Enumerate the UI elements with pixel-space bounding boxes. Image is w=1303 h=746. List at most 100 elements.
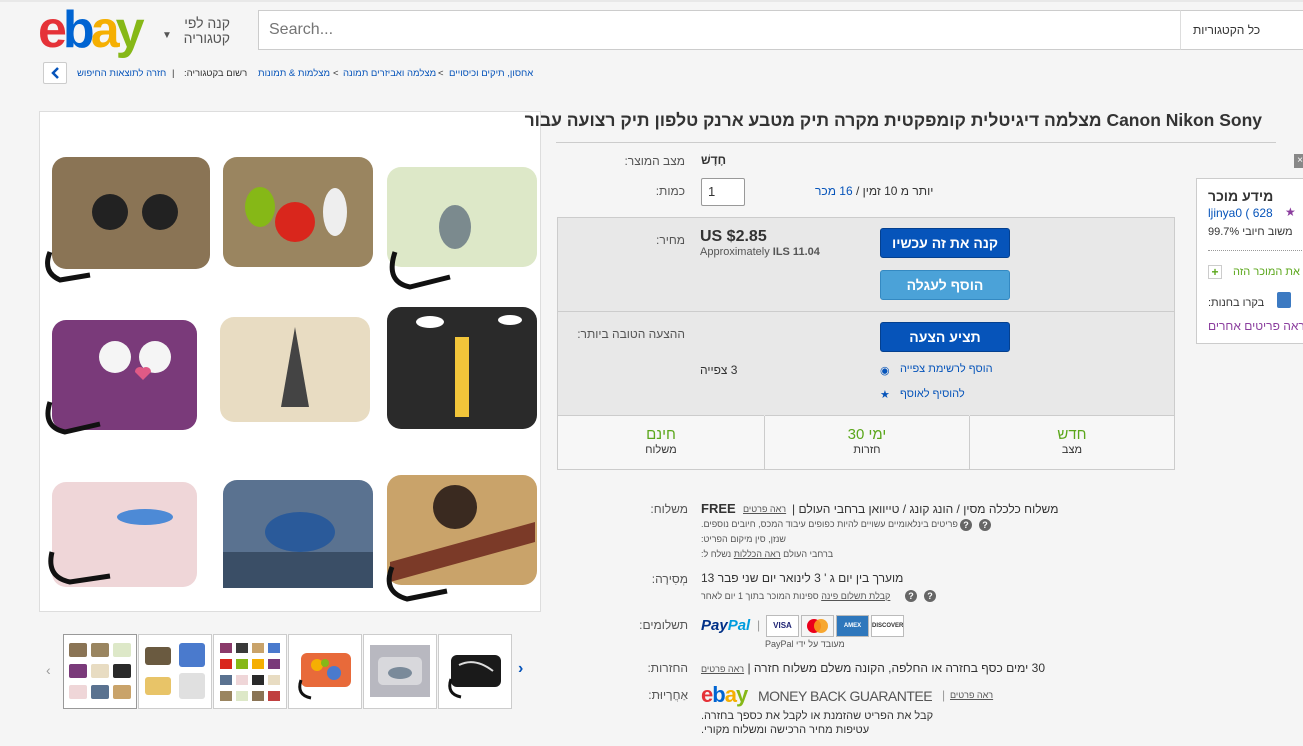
shipping-value: FREE: [701, 501, 736, 516]
thumbnail-case: [370, 645, 430, 697]
plus-icon[interactable]: +: [1208, 265, 1222, 279]
thumbnail-image[interactable]: [63, 634, 137, 709]
returns-details-link[interactable]: ראה פרטים: [701, 664, 744, 674]
top-header: ebay קנה לפי קטגוריה ▼ כל הקטגוריות: [0, 0, 1303, 58]
quantity-label: כמות:: [655, 184, 685, 198]
category-select[interactable]: כל הקטגוריות: [1180, 10, 1303, 50]
payment-receipt-link[interactable]: קבלת תשלום פינה: [821, 591, 890, 601]
search-input[interactable]: [269, 11, 1180, 49]
feature-condition-label: מצב: [1061, 444, 1083, 456]
ships-to-value: ברחבי העולם: [783, 549, 834, 559]
guarantee-details-text: ראה פרטים: [950, 690, 994, 700]
returns-label: החזרות:: [647, 661, 688, 675]
processed-by-paypal: מעובד על ידי PayPal: [765, 639, 845, 649]
add-to-collection-link[interactable]: להוסיף לאוסף: [900, 388, 965, 400]
ships-to-exclusions-link[interactable]: ראה הכללות: [734, 549, 781, 559]
returns-policy: 30 ימים כסף בחזרה או החלפה, הקונה משלם מ…: [701, 661, 1045, 675]
breadcrumb-item[interactable]: מצלמה ואביזרים תמונה: [343, 68, 436, 79]
feature-returns: ימי 30 חזרות: [765, 415, 969, 469]
guarantee-details-link[interactable]: ראה פרטים: [950, 690, 993, 700]
chevron-left-icon: [51, 67, 59, 79]
breadcrumb-item[interactable]: אחסון, תיקים וכיסויים: [449, 68, 533, 79]
thumbnail-case: [298, 653, 351, 700]
discover-card-icon: DISCOVER: [871, 615, 904, 637]
listing-title: Canon Nikon Sony מצלמה דיגיטלית קומפקטית…: [524, 110, 1262, 130]
ships-to: ברחבי העולם ראה הכללות נשלח ל:: [701, 549, 833, 559]
item-location: שנזן, סין מיקום הפריט:: [701, 534, 786, 544]
thumbnail-image[interactable]: [438, 634, 512, 709]
approx-value: ILS 11.04: [772, 246, 820, 258]
seller-info-title: מידע מוכר: [1208, 188, 1274, 204]
thumbnail-image[interactable]: [363, 634, 437, 709]
seller-positive-feedback: 99.7% משוב חיובי: [1208, 226, 1293, 238]
handling-time-text: ספינות המוכר בתוך 1 יום לאחר: [701, 591, 819, 601]
availability-text: יותר מ 10 זמין / 16 מכר: [815, 184, 933, 198]
help-icon[interactable]: ?: [905, 590, 917, 602]
add-to-cart-button[interactable]: הוסף לעגלה: [880, 270, 1010, 300]
handling-time: קבלת תשלום פינה ספינות המוכר בתוך 1 יום …: [701, 591, 890, 601]
thumbnails-prev-icon[interactable]: ‹: [46, 662, 51, 678]
make-offer-button[interactable]: תציע הצעה: [880, 322, 1010, 352]
watchers-count: 3 צפייה: [700, 363, 738, 377]
thumbnail-image[interactable]: [138, 634, 212, 709]
case-gecko: [48, 482, 197, 587]
back-button[interactable]: [43, 62, 67, 84]
price-value: US $2.85: [700, 228, 767, 245]
guarantee-label: אַחֲרָיוּת:: [648, 688, 688, 702]
shipping-label: משלוח:: [650, 502, 688, 516]
thumbnails-next-icon[interactable]: ›: [518, 660, 523, 678]
close-icon[interactable]: ×: [1294, 154, 1303, 168]
main-product-image[interactable]: [39, 111, 541, 612]
ebay-logo[interactable]: ebay: [38, 4, 145, 56]
condition-label: מצב המוצר:: [624, 154, 685, 168]
breadcrumb-divider: |: [172, 68, 175, 79]
delivery-estimate: מוערך בין יום ג ' 3 לינואר יום שני פבר 1…: [701, 571, 904, 585]
visit-store-label: בקרו בחנות:: [1208, 297, 1265, 309]
feature-returns-label: חזרות: [853, 444, 881, 456]
add-to-watchlist-link[interactable]: הוסף לרשימת צפייה: [900, 363, 993, 375]
help-icon[interactable]: ?: [924, 590, 936, 602]
ebay-logo-small: ebay: [701, 682, 748, 707]
breadcrumb-item[interactable]: מצלמות & תמונות: [258, 68, 330, 79]
best-offer-label: ההצעה הטובה ביותר:: [577, 327, 685, 341]
save-seller-link[interactable]: שמור את המוכר הזה: [1233, 266, 1303, 278]
paypal-logo: PayPal: [701, 617, 751, 634]
feature-shipping-label: משלוח: [645, 444, 677, 456]
help-icon[interactable]: ?: [979, 519, 991, 531]
quantity-input[interactable]: 1: [701, 178, 745, 206]
see-other-items-link[interactable]: ראה פריטים אחרים: [1208, 319, 1303, 333]
case-pug: [386, 475, 537, 602]
dotted-divider: [1208, 250, 1303, 251]
store-icon[interactable]: [1277, 292, 1291, 308]
divider: [556, 142, 1276, 143]
feature-condition: חדש מצב: [970, 415, 1174, 469]
shipping-details-link[interactable]: ראה פרטים: [743, 504, 786, 514]
ships-to-label: נשלח ל:: [701, 549, 732, 559]
guarantee-line-1: קבל את הפריט שהזמנת או לקבל את כספך בחזר…: [701, 710, 934, 722]
shop-by-category-label: קנה לפי קטגוריה: [183, 15, 230, 46]
search-field[interactable]: [258, 10, 1181, 50]
payments-label: תשלומים:: [639, 618, 688, 632]
case-totoro: [387, 167, 537, 290]
thumbnail-image[interactable]: [288, 634, 362, 709]
back-to-results-link[interactable]: חזרה לתוצאות החיפוש: [77, 68, 166, 79]
payments-divider: |: [757, 618, 761, 632]
help-icon[interactable]: ?: [960, 519, 972, 531]
seller-name-link[interactable]: ljinya0 ( 628: [1208, 206, 1273, 220]
guarantee-line-2: עטיפות מחיר הרכישה ומשלוח מקורי.: [701, 724, 870, 736]
thumbnail-image[interactable]: [213, 634, 287, 709]
buy-it-now-button[interactable]: קנה את זה עכשיו: [880, 228, 1010, 258]
money-back-guarantee: MONEY BACK GUARANTEE: [758, 688, 933, 704]
visa-card-icon: VISA: [766, 615, 799, 637]
item-location-value: שנזן, סין: [755, 534, 786, 544]
shipping-details-text: ראה פרטים: [743, 504, 787, 514]
thumbnail-collage: [145, 643, 205, 699]
shop-by-category-button[interactable]: קנה לפי קטגוריה ▼: [162, 15, 230, 46]
sold-count-link[interactable]: 16 מכר: [815, 184, 853, 198]
guarantee-divider: |: [942, 688, 946, 702]
approx-price: Approximately ILS 11.04: [700, 246, 820, 258]
item-location-label: מיקום הפריט:: [701, 534, 753, 544]
breadcrumb-separator: >: [438, 68, 444, 79]
feature-shipping-value: חינם: [646, 426, 676, 443]
case-bunnies: [45, 320, 197, 435]
